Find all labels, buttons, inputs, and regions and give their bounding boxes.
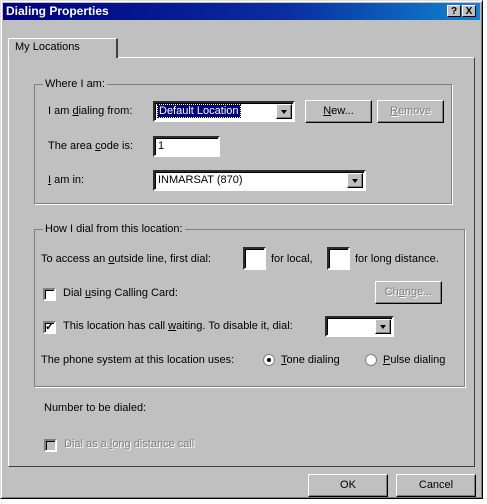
new-button[interactable]: New...: [305, 100, 372, 123]
cancel-button[interactable]: Cancel: [396, 474, 476, 497]
remove-button[interactable]: Remove: [377, 100, 444, 123]
country-value: INMARSAT (870): [158, 174, 243, 186]
calling-card-checkbox[interactable]: [43, 288, 56, 301]
local-prefix-input[interactable]: [243, 247, 266, 270]
dialing-from-label: I am dialing from:: [48, 105, 133, 117]
dialing-from-value: Default Location: [157, 104, 241, 118]
area-code-input[interactable]: 1: [153, 136, 220, 157]
tone-radio[interactable]: [263, 354, 275, 366]
chevron-down-icon[interactable]: [375, 319, 391, 334]
how-legend: How I dial from this location:: [43, 223, 185, 235]
dialing-from-select[interactable]: Default Location: [153, 101, 295, 122]
calling-card-label: Dial using Calling Card:: [63, 287, 178, 299]
dialing-properties-window: Dialing Properties ? X My Locations Wher…: [0, 0, 483, 499]
tab-label: My Locations: [15, 41, 80, 53]
pulse-label: Pulse dialing: [383, 354, 446, 366]
tone-label: Tone dialing: [281, 354, 340, 366]
call-waiting-select[interactable]: [325, 316, 394, 337]
where-legend: Where I am:: [43, 78, 107, 90]
help-button[interactable]: ?: [447, 5, 461, 17]
for-local-label: for local,: [271, 253, 313, 265]
phone-system-label: The phone system at this location uses:: [41, 354, 235, 366]
area-code-value: 1: [158, 140, 165, 152]
how-group: How I dial from this location: To access…: [34, 223, 465, 387]
i-am-in-label: I am in:: [48, 174, 85, 186]
tab-panel: Where I am: I am dialing from: Default L…: [8, 57, 475, 467]
close-button[interactable]: X: [462, 5, 476, 17]
chevron-down-icon[interactable]: [347, 173, 363, 188]
area-code-label: The area code is:: [48, 140, 134, 152]
long-distance-call-label: Dial as a long distance call: [64, 438, 195, 450]
outside-line-label: To access an outside line, first dial:: [41, 253, 211, 265]
window-title: Dialing Properties: [6, 4, 109, 18]
call-waiting-label: This location has call waiting. To disab…: [63, 320, 293, 332]
tab-my-locations[interactable]: My Locations: [8, 38, 118, 58]
call-waiting-checkbox[interactable]: ✓: [43, 321, 56, 334]
number-to-be-dialed-label: Number to be dialed:: [44, 402, 147, 414]
chevron-down-icon[interactable]: [276, 104, 292, 119]
change-button[interactable]: Change...: [375, 281, 442, 304]
title-bar[interactable]: Dialing Properties ? X: [3, 3, 480, 20]
for-long-distance-label: for long distance.: [355, 253, 439, 265]
long-distance-call-checkbox[interactable]: [44, 439, 57, 452]
ok-button[interactable]: OK: [308, 474, 388, 497]
pulse-radio[interactable]: [365, 354, 377, 366]
where-group: Where I am: I am dialing from: Default L…: [34, 78, 452, 204]
long-distance-prefix-input[interactable]: [327, 247, 350, 270]
country-select[interactable]: INMARSAT (870): [153, 170, 366, 191]
